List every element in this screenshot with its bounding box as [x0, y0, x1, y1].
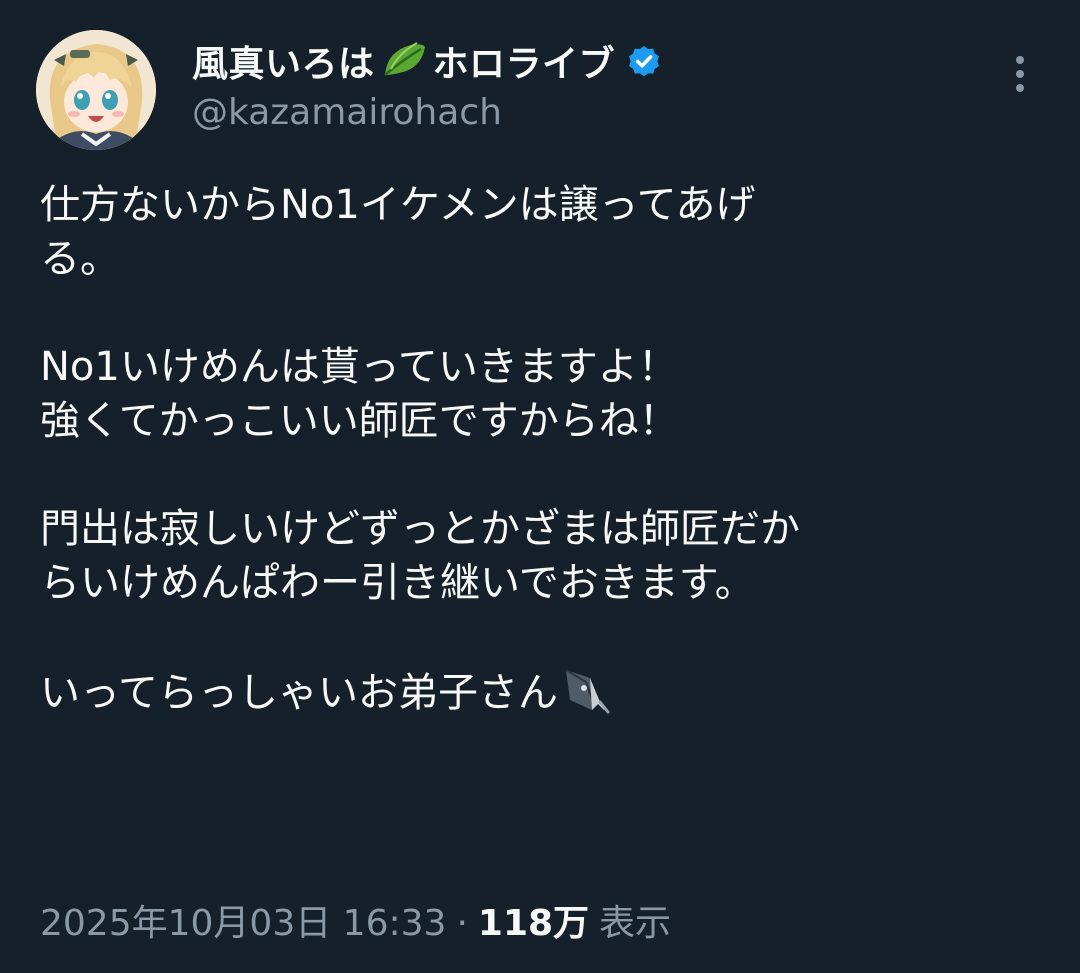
leaf-icon [381, 39, 427, 83]
tweet: 風真いろは ホロライブ @kazamairohach 仕方ないからNo1イケメン… [0, 0, 1080, 973]
author-handle[interactable]: @kazamairohach [192, 92, 502, 133]
verified-badge-icon [625, 42, 663, 80]
tweet-paragraph: いってらっしゃいお弟子さん [40, 670, 558, 716]
tweet-paragraph: No1いけめんは貰っていきますよ！ 強くてかっこいい師匠ですからね！ [40, 344, 679, 444]
tweet-paragraph: 仕方ないからNo1イケメンは譲ってあげ る。 [40, 182, 756, 282]
tweet-paragraph: 門出は寂しいけどずっとかざまは師匠だか らいけめんぱわー引き継いでおきます。 [40, 506, 800, 606]
author-display-name[interactable]: 風真いろは [192, 35, 375, 87]
tweet-text: 仕方ないからNo1イケメンは譲ってあげ る。 No1いけめんは貰っていきますよ！… [40, 178, 1040, 720]
tweet-meta: 2025年10月03日 16:33 · 118万 表示 [40, 894, 671, 946]
meta-separator: · [456, 903, 468, 944]
avatar[interactable] [36, 30, 156, 150]
views-label: 表示 [599, 903, 672, 944]
more-vertical-icon[interactable] [1004, 52, 1036, 96]
author-name-row[interactable]: 風真いろは ホロライブ [192, 35, 663, 87]
timestamp[interactable]: 2025年10月03日 16:33 [40, 894, 446, 946]
views-count: 118万 [477, 903, 590, 944]
author-display-suffix[interactable]: ホロライブ [433, 35, 616, 87]
tweet-paragraph-last: いってらっしゃいお弟子さん [40, 664, 1040, 720]
fountain-pen-icon [560, 664, 612, 716]
